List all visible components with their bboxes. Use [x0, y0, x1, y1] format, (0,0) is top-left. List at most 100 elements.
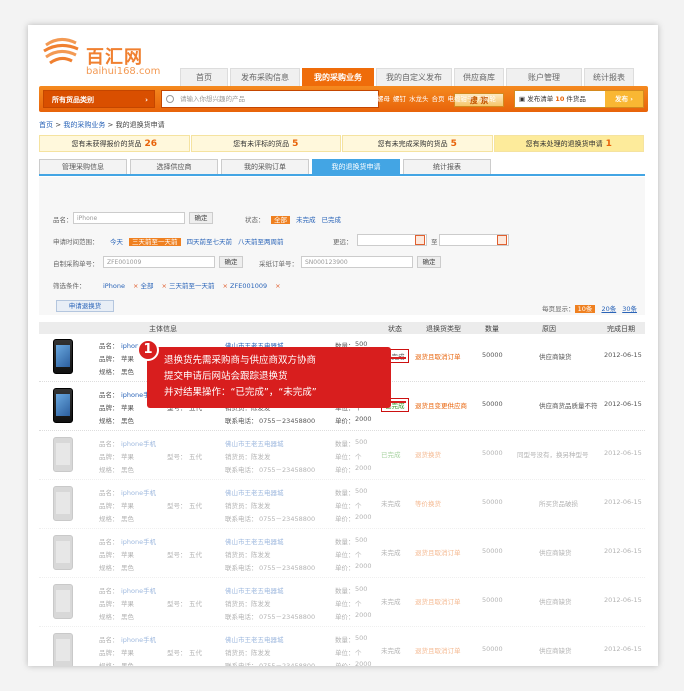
request-return-button[interactable]: 申请退换货 — [56, 300, 114, 312]
cell-text: 规格： — [99, 564, 119, 572]
nav-tab[interactable]: 统计报表 — [584, 68, 634, 86]
purchase-list[interactable]: ▣ 发布清单 10 件货品 发布 › — [514, 90, 644, 108]
nav-tab[interactable]: 供应商库 — [454, 68, 504, 86]
breadcrumb-section[interactable]: 我的采购业务 — [63, 121, 105, 129]
name-confirm-button[interactable]: 确定 — [189, 212, 213, 224]
status-option[interactable]: 已完成 — [322, 216, 342, 224]
own-order-confirm-button[interactable]: 确定 — [219, 256, 243, 268]
stat-item[interactable]: 您有未评标的货品 5 — [190, 135, 341, 152]
cell-text: 联系电话： — [225, 515, 258, 523]
sub-tab[interactable]: 选择供应商 — [130, 159, 218, 174]
calendar-icon[interactable] — [415, 235, 425, 245]
purchase-list-prefix: 发布清单 — [527, 95, 554, 103]
search-input[interactable]: 请输入你想兴趣的产品 搜 索 — [161, 90, 504, 108]
cell-text: 规格： — [99, 466, 119, 474]
sub-tab[interactable]: 统计报表 — [403, 159, 491, 174]
cell-text: 黑色 — [121, 613, 134, 621]
cell-text: 数量： — [335, 587, 355, 595]
remove-icon[interactable]: × — [275, 282, 280, 290]
remove-icon[interactable]: × — [223, 282, 228, 290]
cell-text: 500 — [355, 536, 368, 544]
cell-text: 佛山市王老五电器城 — [225, 538, 284, 546]
cell-text: 黑色 — [121, 662, 134, 666]
hot-word-link[interactable]: 水龙头 — [409, 95, 429, 103]
date-option[interactable]: 四天前至七天前 — [187, 238, 233, 246]
order-no-input[interactable]: SN000123900 — [301, 256, 413, 268]
publish-button[interactable]: 发布 › — [605, 91, 643, 107]
date-filter-options: 今天 三天前至一天前 四天前至七天前 八天前至两周前 — [110, 236, 290, 246]
amount-cell: 50000 — [482, 498, 503, 506]
table-row[interactable]: 品名：iphone手机品牌：苹果规格：黑色 型号：五代 佛山市王老五电器城销货员：陈… — [39, 481, 645, 529]
date-option[interactable]: 八天前至两周前 — [238, 238, 284, 246]
return-type-link[interactable]: 退货且变更供应商 — [415, 400, 467, 410]
nav-tab[interactable]: 我的自定义发布 — [376, 68, 452, 86]
nav-tab[interactable]: 首页 — [180, 68, 228, 86]
cell-text: 数量： — [335, 538, 355, 546]
product-thumbnail[interactable] — [53, 633, 73, 666]
return-type-link[interactable]: 退货换货 — [415, 449, 441, 459]
return-type-link[interactable]: 退货且取消订单 — [415, 547, 461, 557]
cell-text: 单位： — [335, 453, 355, 461]
nav-tab[interactable]: 发布采购信息 — [230, 68, 300, 86]
cell-text: 五代 — [189, 453, 202, 461]
category-dropdown[interactable]: 所有货品类别 › — [43, 90, 155, 108]
cell-text: 品名： — [99, 538, 119, 546]
date-option[interactable]: 三天前至一天前 — [129, 238, 181, 246]
order-no-confirm-button[interactable]: 确定 — [417, 256, 441, 268]
sub-tab[interactable]: 管理采购信息 — [39, 159, 127, 174]
table-row[interactable]: 品名：iphone手机品牌：苹果规格：黑色 型号：五代 佛山市王老五电器城销货员：陈… — [39, 579, 645, 627]
cell-text: 销货员： — [225, 600, 251, 608]
table-row[interactable]: 品名：iphone手机品牌：苹果规格：黑色 型号：五代 佛山市王老五电器城销货员：陈… — [39, 432, 645, 480]
hot-word-link[interactable]: 螺母 — [377, 95, 390, 103]
product-thumbnail[interactable] — [53, 584, 73, 619]
stat-label: 您有未处理的退换货申请 — [525, 140, 603, 148]
product-thumbnail[interactable] — [53, 339, 73, 374]
cell-text: 500 — [355, 634, 368, 642]
brand-logo[interactable]: 百汇网 baihui168.com — [40, 35, 180, 83]
calendar-icon[interactable] — [497, 235, 507, 245]
cell-text: 品名： — [99, 342, 119, 350]
return-type-link[interactable]: 退货且取消订单 — [415, 596, 461, 606]
column-header: 完成日期 — [607, 325, 635, 333]
cell-text: 单价： — [335, 564, 355, 572]
cell-text: 2000 — [355, 660, 372, 666]
stat-item[interactable]: 您有未处理的退换货申请 1 — [493, 135, 644, 152]
status-option[interactable]: 未完成 — [296, 216, 316, 224]
hot-word-link[interactable]: 合页 — [432, 95, 445, 103]
per-page-option[interactable]: 30条 — [622, 305, 637, 313]
breadcrumb-home[interactable]: 首页 — [39, 121, 53, 129]
product-thumbnail[interactable] — [53, 486, 73, 521]
hot-word-link[interactable]: 万向轮 — [477, 95, 497, 103]
status-option[interactable]: 全部 — [271, 216, 290, 224]
remove-icon[interactable]: × — [161, 282, 166, 290]
amount-cell: 50000 — [482, 400, 503, 408]
nav-tab[interactable]: 账户管理 — [506, 68, 582, 86]
product-thumbnail[interactable] — [53, 535, 73, 570]
product-thumbnail[interactable] — [53, 388, 73, 423]
stat-item[interactable]: 您有未完成采购的货品 5 — [342, 135, 493, 152]
cell-text: 佛山市王老五电器城 — [225, 636, 284, 644]
return-type-link[interactable]: 退货且取消订单 — [415, 351, 461, 361]
own-order-input[interactable]: ZFE001009 — [103, 256, 215, 268]
table-row[interactable]: 品名：iphone手机品牌：苹果规格：黑色 型号：五代 佛山市王老五电器城销货员：陈… — [39, 628, 645, 666]
return-type-link[interactable]: 退货且取消订单 — [415, 645, 461, 655]
table-row[interactable]: 品名：iphone手机品牌：苹果规格：黑色 型号：五代 佛山市王老五电器城销货员：陈… — [39, 530, 645, 578]
cell-text: 苹果 — [121, 404, 134, 412]
name-filter-input[interactable]: iPhone — [73, 212, 185, 224]
purchase-list-suffix: 件货品 — [566, 95, 586, 103]
return-type-link[interactable]: 等价换货 — [415, 498, 441, 508]
date-cell: 2012-06-15 — [604, 351, 642, 359]
sub-tab[interactable]: 我的退换货申请 — [312, 159, 400, 174]
hot-word-link[interactable]: 电缆钳子 — [448, 95, 474, 103]
nav-tab[interactable]: 我的采购业务 — [302, 68, 374, 86]
per-page-option[interactable]: 10条 — [574, 305, 596, 313]
remove-icon[interactable]: × — [133, 282, 138, 290]
amount-cell: 50000 — [482, 351, 503, 359]
date-option[interactable]: 今天 — [110, 238, 123, 246]
stat-label: 您有未完成采购的货品 — [377, 140, 448, 148]
product-thumbnail[interactable] — [53, 437, 73, 472]
stat-item[interactable]: 您有未获得报价的货品 26 — [39, 135, 190, 152]
hot-word-link[interactable]: 螺钉 — [393, 95, 406, 103]
per-page-option[interactable]: 20条 — [601, 305, 616, 313]
sub-tab[interactable]: 我的采购订单 — [221, 159, 309, 174]
